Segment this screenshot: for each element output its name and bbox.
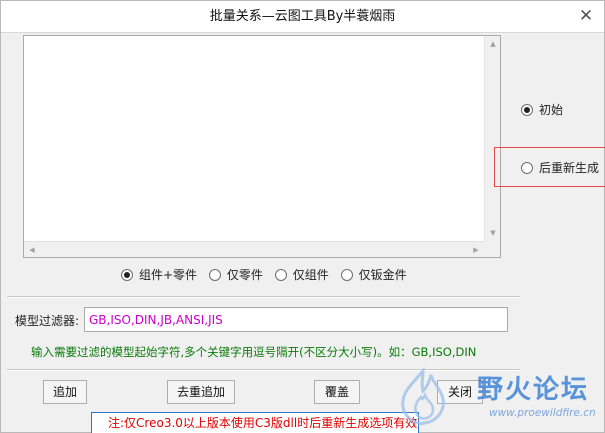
radio-unselected-icon[interactable] xyxy=(521,162,533,174)
watermark-name: 野火论坛 xyxy=(477,375,590,405)
radio-unselected-icon[interactable] xyxy=(274,269,287,281)
radio-selected-icon[interactable] xyxy=(521,104,533,116)
filter-input[interactable] xyxy=(84,307,508,332)
close-icon[interactable]: ✕ xyxy=(576,6,596,26)
title-bar[interactable]: 批量关系—云图工具By半蓑烟雨 ✕ xyxy=(1,1,604,33)
radio-type-assembly-part[interactable]: 组件+零件 xyxy=(121,266,197,284)
scroll-left-arrow-icon[interactable]: ◀ xyxy=(24,242,40,258)
scroll-up-arrow-icon[interactable]: ▲ xyxy=(485,36,501,52)
scroll-down-arrow-icon[interactable]: ▼ xyxy=(485,225,501,241)
radio-label: 初始 xyxy=(539,103,564,117)
horizontal-scrollbar[interactable]: ◀ ▶ xyxy=(24,241,484,257)
scroll-right-arrow-icon[interactable]: ▶ xyxy=(468,242,484,258)
radio-type-sheetmetal-only[interactable]: 仅钣金件 xyxy=(340,266,407,284)
filter-label: 模型过滤器: xyxy=(15,314,80,328)
radio-unselected-icon[interactable] xyxy=(340,269,353,281)
close-button[interactable]: 关闭 xyxy=(437,380,483,404)
radio-selected-icon[interactable] xyxy=(121,269,133,281)
scrollbar-corner xyxy=(484,241,500,257)
radio-mode-regenerate[interactable]: 后重新生成 xyxy=(521,159,599,177)
radio-type-assembly-only[interactable]: 仅组件 xyxy=(274,266,329,284)
radio-unselected-icon[interactable] xyxy=(208,269,221,281)
vertical-scrollbar[interactable]: ▲ ▼ xyxy=(484,36,500,241)
forum-watermark: 野火论坛 www.proewildfire.cn xyxy=(393,363,605,433)
radio-type-part-only[interactable]: 仅零件 xyxy=(208,266,263,284)
append-button[interactable]: 追加 xyxy=(43,380,87,404)
radio-label: 仅钣金件 xyxy=(358,268,407,282)
filter-hint: 输入需要过滤的模型起始字符,多个关键字用逗号隔开(不区分大小写)。如：GB,IS… xyxy=(31,345,477,359)
dedup-append-button[interactable]: 去重追加 xyxy=(167,380,235,404)
model-list[interactable]: ▲ ▼ ◀ ▶ xyxy=(23,35,501,258)
window-title: 批量关系—云图工具By半蓑烟雨 xyxy=(209,9,396,24)
type-radio-group: 组件+零件 仅零件 仅组件 仅钣金件 xyxy=(121,266,415,284)
radio-label: 仅零件 xyxy=(226,268,263,282)
radio-label: 组件+零件 xyxy=(139,268,198,282)
radio-label: 后重新生成 xyxy=(539,161,600,175)
radio-mode-initial[interactable]: 初始 xyxy=(521,101,563,119)
overwrite-button[interactable]: 覆盖 xyxy=(314,380,360,404)
dialog-window: 批量关系—云图工具By半蓑烟雨 ✕ ▲ ▼ ◀ ▶ 初始 后重新生成 组件+零件… xyxy=(0,0,605,433)
separator xyxy=(7,369,520,371)
separator xyxy=(7,296,520,298)
radio-label: 仅组件 xyxy=(292,268,329,282)
version-notice: 注:仅Creo3.0以上版本使用C3版dll时后重新生成选项有效 xyxy=(91,412,419,433)
watermark-url: www.proewildfire.cn xyxy=(489,407,596,419)
